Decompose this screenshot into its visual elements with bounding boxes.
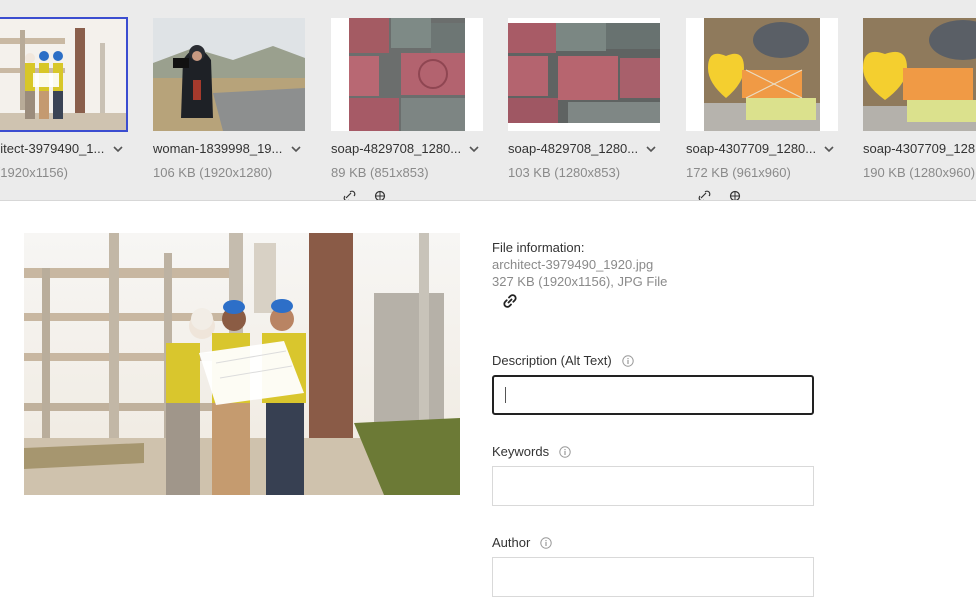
keywords-label: Keywords bbox=[492, 444, 571, 459]
thumbnail-filename: soap-4307709_128 bbox=[863, 141, 976, 156]
thumbnail-filename: woman-1839998_19... bbox=[153, 141, 283, 156]
thumbnail-card-soap-1[interactable]: soap-4829708_1280... 89 KB (851x853) bbox=[331, 18, 483, 201]
file-information: File information: architect-3979490_1920… bbox=[492, 240, 667, 289]
author-label: Author bbox=[492, 535, 553, 550]
globe-icon[interactable] bbox=[698, 190, 758, 201]
thumbnail-meta: 103 KB (1280x853) bbox=[508, 165, 621, 180]
thumbnail-filename: soap-4829708_1280... bbox=[508, 141, 639, 156]
link-icon[interactable] bbox=[501, 292, 519, 310]
thumbnail-filename: architect-3979490_1... bbox=[0, 141, 105, 156]
thumbnail-card-architect[interactable]: architect-3979490_1... KB (1920x1156) bbox=[0, 17, 128, 198]
thumbnail-meta: 89 KB (851x853) bbox=[331, 165, 429, 180]
thumbnail-meta: 172 KB (961x960) bbox=[686, 165, 791, 180]
chevron-down-icon[interactable] bbox=[289, 142, 303, 156]
info-icon[interactable] bbox=[540, 537, 553, 549]
link-icon[interactable] bbox=[343, 190, 403, 201]
file-name: architect-3979490_1920.jpg bbox=[492, 257, 654, 272]
keywords-input[interactable] bbox=[492, 466, 814, 506]
description-label-text: Description (Alt Text) bbox=[492, 353, 612, 368]
description-label: Description (Alt Text) bbox=[492, 353, 634, 368]
thumbnail-image-soap[interactable] bbox=[331, 18, 483, 131]
author-input[interactable] bbox=[492, 557, 814, 597]
thumbnail-filename: soap-4829708_1280... bbox=[331, 141, 462, 156]
image-preview bbox=[24, 233, 460, 495]
author-label-text: Author bbox=[492, 535, 531, 550]
file-information-title: File information: bbox=[492, 240, 585, 255]
thumbnail-image-soap[interactable] bbox=[863, 18, 976, 131]
chevron-down-icon[interactable] bbox=[467, 142, 481, 156]
thumbnail-card-woman[interactable]: woman-1839998_19... 106 KB (1920x1280) bbox=[153, 18, 305, 198]
chevron-down-icon[interactable] bbox=[111, 142, 125, 156]
thumbnail-filename: soap-4307709_1280... bbox=[686, 141, 817, 156]
info-icon[interactable] bbox=[621, 355, 634, 367]
thumbnail-card-soap-4[interactable]: soap-4307709_128 190 KB (1280x960) bbox=[863, 18, 976, 198]
thumbnail-image-architect[interactable] bbox=[0, 17, 128, 132]
description-input[interactable] bbox=[492, 375, 814, 415]
info-icon[interactable] bbox=[559, 446, 571, 458]
thumbnail-image-soap[interactable] bbox=[686, 18, 838, 131]
file-details: 327 KB (1920x1156), JPG File bbox=[492, 274, 668, 289]
keywords-label-text: Keywords bbox=[492, 444, 550, 459]
thumbnail-image-soap[interactable] bbox=[508, 18, 660, 131]
thumbnail-card-soap-2[interactable]: soap-4829708_1280... 103 KB (1280x853) bbox=[508, 18, 660, 198]
text-cursor bbox=[505, 387, 506, 403]
thumbnail-strip: architect-3979490_1... KB (1920x1156) wo… bbox=[0, 0, 976, 201]
thumbnail-meta: 106 KB (1920x1280) bbox=[153, 165, 273, 180]
thumbnail-image-woman[interactable] bbox=[153, 18, 305, 131]
thumbnail-meta: KB (1920x1156) bbox=[0, 165, 68, 180]
chevron-down-icon[interactable] bbox=[822, 142, 836, 156]
chevron-down-icon[interactable] bbox=[644, 142, 658, 156]
thumbnail-meta: 190 KB (1280x960) bbox=[863, 165, 976, 180]
thumbnail-card-soap-3[interactable]: soap-4307709_1280... 172 KB (961x960) bbox=[686, 18, 838, 201]
